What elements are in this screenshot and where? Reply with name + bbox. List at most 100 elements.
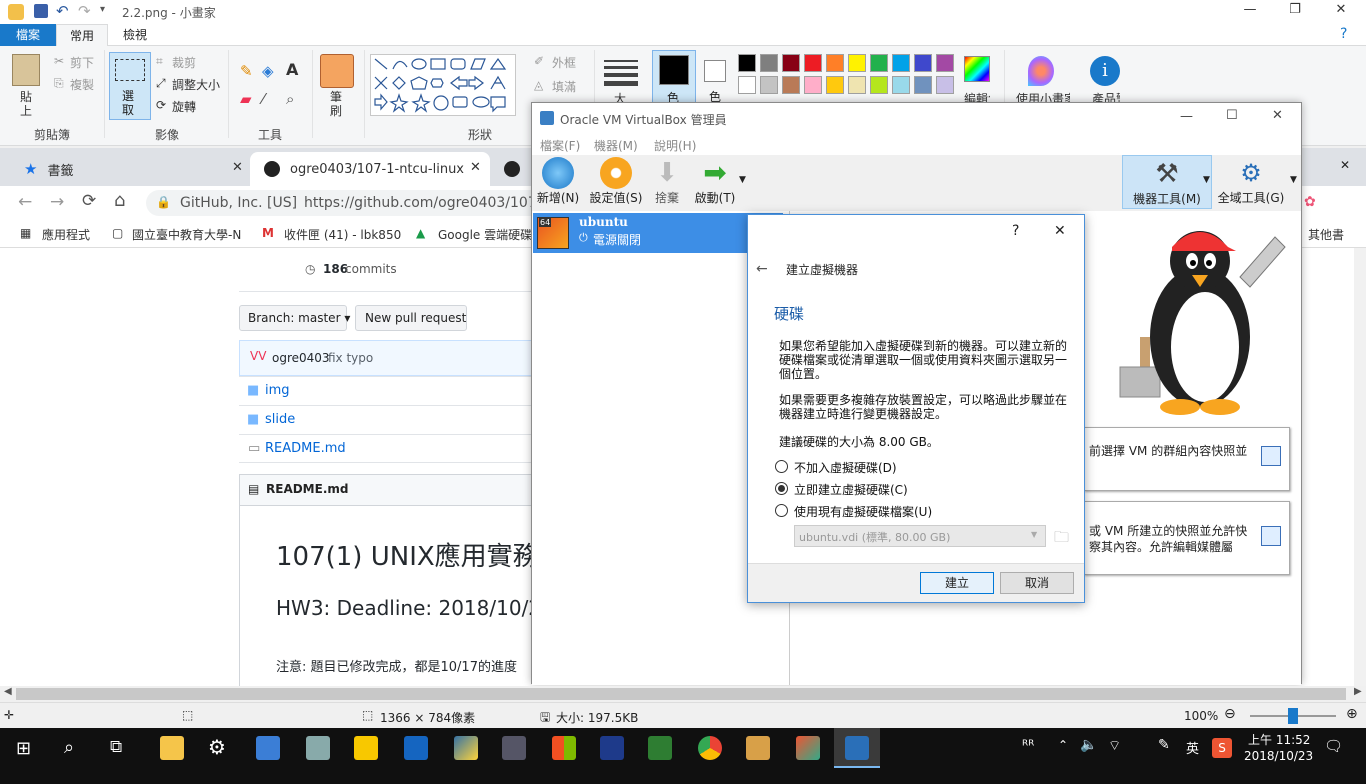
- minimize-icon[interactable]: —: [1180, 109, 1193, 124]
- network-tool-icon[interactable]: [502, 736, 526, 760]
- commits-label[interactable]: commits: [345, 262, 397, 276]
- tab-close-icon[interactable]: ✕: [1340, 158, 1350, 172]
- settings-gear-icon[interactable]: ⚙: [208, 735, 226, 759]
- crop-icon[interactable]: ⌗: [156, 54, 163, 69]
- resize-icon[interactable]: ⤢: [156, 76, 166, 91]
- cancel-button[interactable]: 取消: [1000, 572, 1074, 594]
- eraser-icon[interactable]: ▰: [240, 90, 252, 108]
- discard-button[interactable]: ⬇ 捨棄: [650, 157, 684, 206]
- radio-create-disk-label[interactable]: 立即建立虛擬硬碟(C): [794, 481, 908, 498]
- palette-swatch[interactable]: [738, 54, 756, 72]
- cut-button[interactable]: 剪下: [70, 54, 94, 71]
- tab-close-icon[interactable]: ✕: [470, 160, 481, 175]
- palette-swatch[interactable]: [760, 54, 778, 72]
- palette-swatch[interactable]: [738, 76, 756, 94]
- python-icon[interactable]: [454, 736, 478, 760]
- new-vm-button[interactable]: 新增(N): [536, 157, 580, 206]
- tab-github-2[interactable]: [496, 152, 532, 186]
- tray-chevron-icon[interactable]: ⌃: [1058, 738, 1068, 752]
- commit-message[interactable]: fix typo: [328, 351, 373, 365]
- radio-existing-disk-label[interactable]: 使用現有虛擬硬碟檔案(U): [794, 503, 932, 520]
- help-icon[interactable]: ?: [1340, 26, 1347, 42]
- apps-icon[interactable]: ▦: [20, 226, 31, 240]
- crop-button[interactable]: 裁剪: [172, 54, 196, 71]
- copy-icon[interactable]: ⎘: [54, 76, 64, 91]
- create-button[interactable]: 建立: [920, 572, 994, 594]
- virtualbox-taskbar-button[interactable]: [834, 728, 880, 768]
- reload-icon[interactable]: ⟳: [82, 191, 96, 211]
- bookmark-apps[interactable]: 應用程式: [42, 226, 90, 243]
- palette-swatch[interactable]: [760, 76, 778, 94]
- pencil-icon[interactable]: ✎: [240, 62, 253, 80]
- start-dropdown-icon[interactable]: ▼: [739, 175, 746, 185]
- menu-help[interactable]: 說明(H): [654, 137, 696, 154]
- scroll-thumb[interactable]: [16, 688, 1346, 700]
- omnibox[interactable]: 🔒 GitHub, Inc. [US] https://github.com/o…: [146, 190, 546, 216]
- file-explorer-icon[interactable]: [160, 736, 184, 760]
- info-icon[interactable]: i: [1090, 56, 1120, 86]
- commit-author[interactable]: ogre0403: [272, 351, 330, 365]
- tab-home[interactable]: 常用: [56, 24, 108, 46]
- palette-swatch[interactable]: [936, 76, 954, 94]
- clock-date[interactable]: 2018/10/23: [1244, 749, 1313, 763]
- machine-tools-dropdown-icon[interactable]: ▼: [1203, 175, 1210, 185]
- select-button[interactable]: 選取: [109, 52, 151, 120]
- fill-shape-button[interactable]: 填滿: [552, 78, 576, 95]
- palette-swatch[interactable]: [870, 76, 888, 94]
- bookmark-ntcu[interactable]: 國立臺中教育大學-N: [132, 226, 241, 243]
- tab-bookmarks[interactable]: ★ 書籤 ✕: [10, 152, 248, 186]
- volume-icon[interactable]: 🔈: [1080, 737, 1097, 753]
- forward-icon[interactable]: →: [50, 192, 64, 212]
- maximize-icon[interactable]: ❐: [1272, 2, 1318, 22]
- tab-close-icon[interactable]: ✕: [232, 160, 243, 175]
- bookmark-drive[interactable]: Google 雲端硬碟: [438, 226, 532, 243]
- dev-cpp-icon[interactable]: [600, 736, 624, 760]
- palette-swatch[interactable]: [782, 54, 800, 72]
- global-tools-button[interactable]: ⚙ 全域工具(G): [1216, 157, 1286, 206]
- outline-icon[interactable]: ✐: [534, 54, 544, 68]
- palette-swatch[interactable]: [936, 54, 954, 72]
- radio-no-disk-label[interactable]: 不加入虛擬硬碟(D): [794, 459, 897, 476]
- palette-swatch[interactable]: [914, 54, 932, 72]
- menu-file[interactable]: 檔案(F): [540, 137, 580, 154]
- clock-time[interactable]: 上午 11:52: [1248, 731, 1310, 748]
- tools-info-card-1[interactable]: 前選擇 VM 的群組內容快照並: [1084, 427, 1290, 491]
- paste-button[interactable]: 貼上: [20, 90, 34, 118]
- tab-github[interactable]: ogre0403/107-1-ntcu-linux ✕: [250, 152, 490, 186]
- other-bookmarks[interactable]: 其他書: [1308, 226, 1344, 243]
- copy-button[interactable]: 複製: [70, 76, 94, 93]
- input-method-indicator[interactable]: 英: [1186, 738, 1199, 757]
- paint3d-icon[interactable]: [1028, 56, 1054, 86]
- folder-browse-icon[interactable]: 🗀: [1054, 527, 1069, 552]
- shapes-gallery[interactable]: [370, 54, 516, 116]
- palette-swatch[interactable]: [826, 76, 844, 94]
- office-icon[interactable]: [552, 736, 576, 760]
- tab-file[interactable]: 檔案: [0, 24, 56, 46]
- qat-dropdown-icon[interactable]: ▾: [100, 4, 105, 15]
- people-icon[interactable]: ᴿᴿ: [1022, 738, 1034, 754]
- palette-swatch[interactable]: [782, 76, 800, 94]
- dialog-close-button[interactable]: ✕: [1054, 223, 1066, 239]
- text-icon[interactable]: A: [286, 60, 298, 79]
- palette-swatch[interactable]: [914, 76, 932, 94]
- settings-button[interactable]: 設定值(S): [588, 157, 644, 206]
- tab-view[interactable]: 檢視: [110, 24, 160, 46]
- bookmark-gmail[interactable]: 收件匣 (41) - lbk850: [284, 226, 401, 243]
- paint-taskbar-icon[interactable]: [746, 736, 770, 760]
- palette-swatch[interactable]: [848, 54, 866, 72]
- windows-start-icon[interactable]: ⊞: [16, 738, 31, 759]
- chrome-icon[interactable]: [698, 736, 722, 760]
- home-icon[interactable]: ⌂: [114, 190, 125, 211]
- close-icon[interactable]: ✕: [1272, 108, 1283, 123]
- dialog-help-button[interactable]: ?: [1012, 223, 1019, 239]
- radio-existing-disk[interactable]: [775, 504, 788, 517]
- horizontal-scrollbar[interactable]: ◀ ▶: [0, 686, 1366, 702]
- existing-disk-combo[interactable]: ubuntu.vdi (標準, 80.00 GB) ▼: [794, 525, 1046, 547]
- wifi-icon[interactable]: ⌔: [1108, 737, 1121, 755]
- maximize-icon[interactable]: ☐: [1226, 108, 1238, 123]
- close-icon[interactable]: ✕: [1318, 2, 1364, 22]
- cut-icon[interactable]: ✂: [54, 54, 64, 68]
- new-pull-request-button[interactable]: New pull request: [355, 305, 467, 331]
- back-arrow-icon[interactable]: ←: [756, 261, 768, 277]
- zoom-out-icon[interactable]: ⊖: [1224, 706, 1236, 722]
